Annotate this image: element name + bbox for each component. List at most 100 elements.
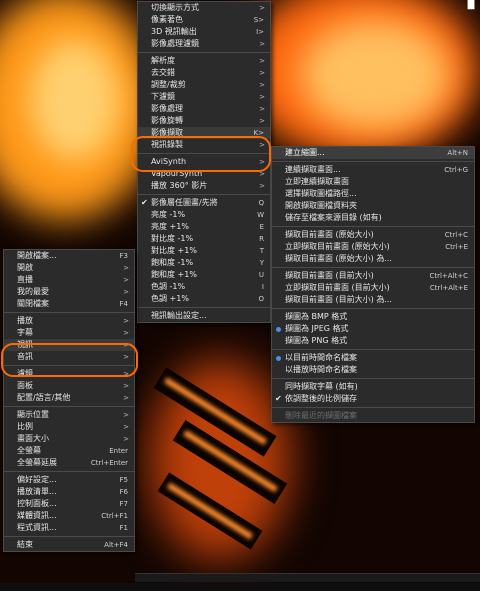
video-menu-item-label: 調整/裁剪	[151, 80, 186, 89]
video-menu-item[interactable]: 3D 視訊輸出 I>	[138, 26, 270, 38]
chevron-right-icon: >	[123, 411, 129, 419]
context-menu-item-label: 關閉檔案	[17, 299, 49, 308]
capture-menu-item-label: 擷取目前畫面 (原始大小) 為...	[285, 254, 392, 263]
chevron-right-icon: >	[123, 394, 129, 402]
video-menu-item[interactable]: 播放 360° 影片 >	[138, 180, 270, 192]
capture-menu-item[interactable]: 儲存至檔案來源目錄 (如有)	[272, 212, 474, 224]
video-menu-item[interactable]: 解析度 >	[138, 55, 270, 67]
context-menu-item[interactable]: 開啟檔案... F3	[4, 250, 134, 262]
menu-separator	[138, 153, 270, 154]
video-menu-item-label: 影像處理濾鏡	[151, 39, 199, 48]
video-menu-item[interactable]: 亮度 +1% E	[138, 221, 270, 233]
context-menu-item[interactable]: 播放 >	[4, 315, 134, 327]
capture-menu-item-label: 刪除最近的擷圖檔案	[285, 411, 357, 420]
video-menu-item[interactable]: 視訊輸出設定...	[138, 310, 270, 322]
capture-menu-item[interactable]: 擷取目前畫面 (原始大小) Ctrl+C	[272, 229, 474, 241]
shortcut-label: Ctrl+Alt+C	[429, 272, 468, 280]
video-menu-item[interactable]: 影像處理 >	[138, 103, 270, 115]
capture-menu-item[interactable]: 連續擷取畫面... Ctrl+G	[272, 164, 474, 176]
context-menu-item[interactable]: 濾鏡 >	[4, 368, 134, 380]
context-menu-item-label: 畫面大小	[17, 434, 49, 443]
context-menu-item-label: 直播	[17, 275, 33, 284]
chevron-right-icon: >	[123, 264, 129, 272]
window-icon[interactable]: ▐▌	[464, 0, 478, 10]
capture-menu-item[interactable]: ✔ 依調整後的比例儲存	[272, 393, 474, 405]
menu-separator	[138, 194, 270, 195]
context-menu-item[interactable]: 字幕 >	[4, 327, 134, 339]
video-menu-item[interactable]: 視訊錄製 >	[138, 139, 270, 151]
video-menu-item[interactable]: 像素著色 S>	[138, 14, 270, 26]
context-menu-item[interactable]: 直播 >	[4, 274, 134, 286]
video-menu-item[interactable]: 亮度 -1% W	[138, 209, 270, 221]
capture-menu-item[interactable]: 立即擷取目前畫面 (目前大小) Ctrl+Alt+E	[272, 282, 474, 294]
radio-dot-icon	[276, 327, 281, 332]
context-menu-item[interactable]: 畫面大小 >	[4, 433, 134, 445]
context-menu-item[interactable]: 顯示位置 >	[4, 409, 134, 421]
video-menu-item[interactable]: 飽和度 -1% Y	[138, 257, 270, 269]
context-menu-item[interactable]: 全螢幕延展 Ctrl+Enter	[4, 457, 134, 469]
context-menu-item[interactable]: 音訊 >	[4, 351, 134, 363]
context-menu-item[interactable]: 全螢幕 Enter	[4, 445, 134, 457]
menu-separator	[4, 365, 134, 366]
capture-menu-item[interactable]: 以播放時間命名檔案	[272, 364, 474, 376]
context-menu-item[interactable]: 視訊 >	[4, 339, 134, 351]
shortcut-label: F4	[119, 300, 128, 308]
context-menu-item[interactable]: 開啟 >	[4, 262, 134, 274]
context-menu-item[interactable]: 配置/語言/其他 >	[4, 392, 134, 404]
context-menu-item-label: 音訊	[17, 352, 33, 361]
capture-menu-item[interactable]: 立即連續擷取畫面	[272, 176, 474, 188]
capture-menu-item[interactable]: 立即擷取目前畫面 (原始大小) Ctrl+E	[272, 241, 474, 253]
video-menu-item[interactable]: ✔ 影像層任圖畫/先將 Q	[138, 197, 270, 209]
video-menu-item[interactable]: 飽和度 +1% U	[138, 269, 270, 281]
capture-menu-item[interactable]: 擷取目前畫面 (原始大小) 為...	[272, 253, 474, 265]
shortcut-label: Alt+F4	[104, 541, 128, 549]
video-menu-item[interactable]: 切換顯示方式 >	[138, 2, 270, 14]
capture-menu-item[interactable]: 擷取目前畫面 (目前大小) 為...	[272, 294, 474, 306]
capture-menu-item[interactable]: 選擇擷取圖檔路徑...	[272, 188, 474, 200]
video-menu-item[interactable]: 色調 +1% O	[138, 293, 270, 305]
context-menu-item-label: 顯示位置	[17, 410, 49, 419]
capture-menu-item[interactable]: 建立縮圖... Alt+N	[272, 147, 474, 159]
capture-menu-item-label: 立即連續擷取畫面	[285, 177, 349, 186]
video-menu-item[interactable]: 去交錯 >	[138, 67, 270, 79]
shortcut-label: F5	[119, 476, 128, 484]
capture-menu-item[interactable]: 擷取目前畫面 (目前大小) Ctrl+Alt+C	[272, 270, 474, 282]
capture-menu-item[interactable]: 擷圖為 JPEG 格式	[272, 323, 474, 335]
video-menu-item[interactable]: 影像擷取 K>	[138, 127, 270, 139]
video-menu-item[interactable]: 調整/裁剪 >	[138, 79, 270, 91]
seek-bar[interactable]	[135, 573, 480, 582]
video-menu-item[interactable]: AviSynth >	[138, 156, 270, 168]
context-menu-item[interactable]: 關閉檔案 F4	[4, 298, 134, 310]
video-menu-item[interactable]: 下濾鏡 >	[138, 91, 270, 103]
capture-menu-item-label: 同時擷取字幕 (如有)	[285, 382, 358, 391]
context-menu-item[interactable]: 我的最愛 >	[4, 286, 134, 298]
context-menu-item[interactable]: 比例 >	[4, 421, 134, 433]
context-menu-item[interactable]: 偏好設定... F5	[4, 474, 134, 486]
capture-menu-item[interactable]: 以目前時間命名檔案	[272, 352, 474, 364]
video-menu-item[interactable]: 對比度 +1% T	[138, 245, 270, 257]
context-menu-item-label: 程式資訊...	[17, 523, 57, 532]
context-menu-item[interactable]: 播放清單... F6	[4, 486, 134, 498]
video-menu-item-label: 像素著色	[151, 15, 183, 24]
radio-dot-icon	[276, 356, 281, 361]
capture-menu-item[interactable]: 擷圖為 PNG 格式	[272, 335, 474, 347]
video-menu-item[interactable]: 影像處理濾鏡 >	[138, 38, 270, 50]
context-menu-item[interactable]: 結束 Alt+F4	[4, 539, 134, 551]
context-menu-item-label: 偏好設定...	[17, 475, 57, 484]
capture-menu-item-label: 立即擷取目前畫面 (原始大小)	[285, 242, 390, 251]
capture-menu-item[interactable]: 同時擷取字幕 (如有)	[272, 381, 474, 393]
chevron-right-icon: >	[259, 40, 265, 48]
capture-menu-item[interactable]: 擷圖為 BMP 格式	[272, 311, 474, 323]
capture-menu-item[interactable]: 開啟擷取圖檔資料夾	[272, 200, 474, 212]
context-menu-item[interactable]: 面板 >	[4, 380, 134, 392]
video-menu-item[interactable]: 色調 -1% I	[138, 281, 270, 293]
video-menu-item[interactable]: 影像旋轉 >	[138, 115, 270, 127]
context-menu-item[interactable]: 控制面板... F7	[4, 498, 134, 510]
shortcut-label: T	[259, 247, 264, 255]
context-menu-item-label: 播放清單...	[17, 487, 57, 496]
video-menu-item[interactable]: VapourSynth >	[138, 168, 270, 180]
context-menu-item[interactable]: 程式資訊... F1	[4, 522, 134, 534]
shortcut-label: Y	[259, 259, 264, 267]
context-menu-item[interactable]: 媒體資訊... Ctrl+F1	[4, 510, 134, 522]
video-menu-item[interactable]: 對比度 -1% R	[138, 233, 270, 245]
